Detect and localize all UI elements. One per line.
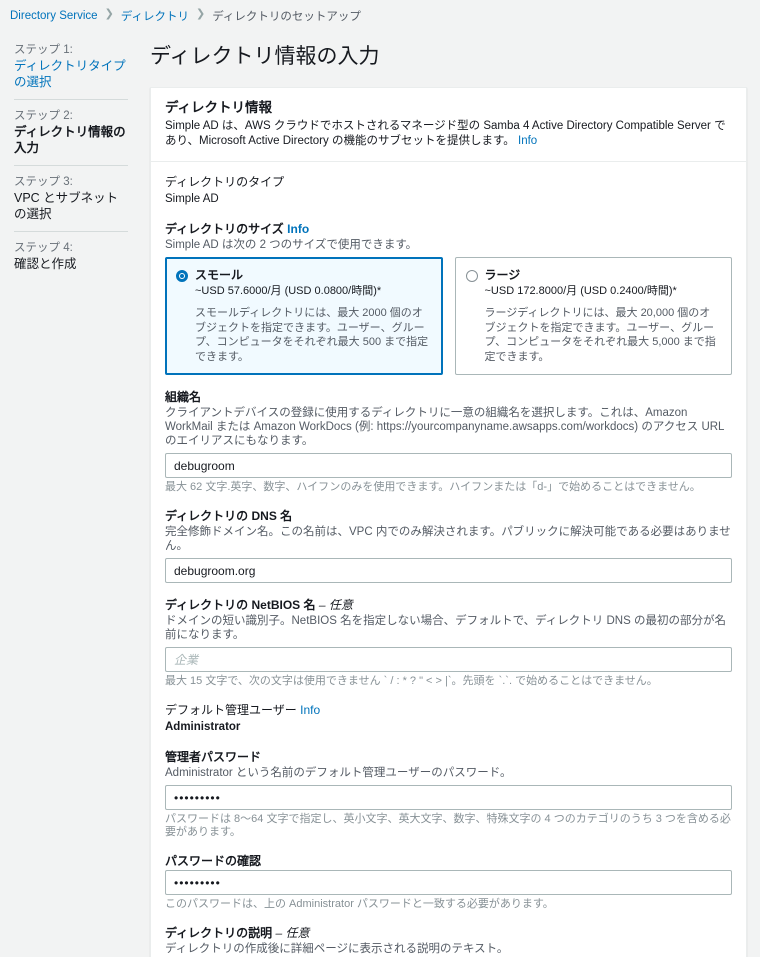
- step-2-label: ディレクトリ情報の入力: [14, 125, 126, 155]
- organization-name-description: クライアントデバイスの登録に使用するディレクトリに一意の組織名を選択します。これ…: [165, 407, 725, 447]
- radio-tile-large-name: ラージ: [484, 268, 521, 282]
- directory-description-label-text: ディレクトリの説明: [165, 926, 273, 940]
- page-shell: ステップ 1: ディレクトリタイプの選択 ステップ 2: ディレクトリ情報の入力…: [0, 31, 760, 957]
- radio-button-icon[interactable]: [465, 270, 478, 282]
- radio-tile-small-price: ~USD 57.6000/月 (USD 0.0800/時間)*: [195, 285, 382, 297]
- netbios-name-label: ディレクトリの NetBIOS 名 – 任意: [165, 597, 732, 613]
- confirm-password-label: パスワードの確認: [165, 854, 262, 868]
- directory-size-description: Simple AD は次の 2 つのサイズで使用できます。: [165, 239, 418, 251]
- radio-tile-small[interactable]: スモール ~USD 57.6000/月 (USD 0.0800/時間)* スモー…: [165, 257, 443, 375]
- field-directory-size: ディレクトリのサイズ Info Simple AD は次の 2 つのサイズで使用…: [165, 221, 732, 375]
- admin-password-input[interactable]: [165, 785, 732, 810]
- dns-name-input[interactable]: [165, 558, 732, 583]
- directory-description-label: ディレクトリの説明 – 任意: [165, 925, 732, 941]
- step-4-label: 確認と作成: [14, 257, 77, 271]
- default-admin-user-label-text: デフォルト管理ユーザー: [165, 703, 297, 717]
- radio-tile-large-price: ~USD 172.8000/月 (USD 0.2400/時間)*: [484, 285, 677, 297]
- step-4-number: ステップ 4:: [14, 242, 73, 254]
- sidebar-item-step-2: ステップ 2: ディレクトリ情報の入力: [14, 99, 128, 165]
- card-header: ディレクトリ情報 Simple AD は、AWS クラウドでホストされるマネージ…: [151, 88, 746, 162]
- radio-tile-large[interactable]: ラージ ~USD 172.8000/月 (USD 0.2400/時間)* ラージ…: [454, 257, 732, 375]
- field-dns-name: ディレクトリの DNS 名 完全修飾ドメイン名。この名前は、VPC 内でのみ解決…: [165, 508, 732, 583]
- field-directory-type: ディレクトリのタイプ Simple AD: [165, 174, 732, 207]
- breadcrumb: Directory Service ❯ ディレクトリ ❯ ディレクトリのセットア…: [0, 0, 760, 31]
- directory-size-options: スモール ~USD 57.6000/月 (USD 0.0800/時間)* スモー…: [165, 257, 732, 375]
- radio-button-icon[interactable]: [176, 270, 188, 282]
- sidebar-item-step-3: ステップ 3: VPC とサブネットの選択: [14, 165, 128, 231]
- radio-tile-small-description: スモールディレクトリには、最大 2000 個のオブジェクトを指定できます。ユーザ…: [195, 307, 429, 363]
- breadcrumb-item-directories[interactable]: ディレクトリ: [121, 8, 189, 24]
- netbios-name-label-text: ディレクトリの NetBIOS 名: [165, 598, 316, 612]
- step-2-number: ステップ 2:: [14, 110, 73, 122]
- dns-name-description: 完全修飾ドメイン名。この名前は、VPC 内でのみ解決されます。パブリックに解決可…: [165, 526, 731, 552]
- directory-size-label-text: ディレクトリのサイズ: [165, 222, 284, 236]
- sidebar-item-step-1[interactable]: ステップ 1: ディレクトリタイプの選択: [14, 39, 128, 99]
- organization-name-label: 組織名: [165, 390, 202, 404]
- breadcrumb-item-directory-service[interactable]: Directory Service: [10, 10, 98, 22]
- radio-tile-small-header: スモール: [176, 267, 432, 283]
- card-body: ディレクトリのタイプ Simple AD ディレクトリのサイズ Info Sim…: [151, 162, 746, 957]
- default-admin-user-value: Administrator: [165, 721, 241, 733]
- chevron-right-icon: ❯: [104, 8, 114, 20]
- main-content: ディレクトリ情報の入力 ディレクトリ情報 Simple AD は、AWS クラウ…: [140, 31, 760, 957]
- radio-tile-small-name: スモール: [195, 268, 244, 282]
- netbios-name-input[interactable]: [165, 647, 732, 672]
- card-heading: ディレクトリ情報: [165, 100, 273, 115]
- confirm-password-hint: このパスワードは、上の Administrator パスワードと一致する必要があ…: [165, 898, 554, 910]
- field-default-admin-user: デフォルト管理ユーザー Info Administrator: [165, 702, 732, 735]
- radio-tile-large-description: ラージディレクトリには、最大 20,000 個のオブジェクトを指定できます。ユー…: [484, 307, 716, 363]
- step-1-number: ステップ 1:: [14, 44, 73, 56]
- directory-size-info-link[interactable]: Info: [287, 222, 309, 236]
- admin-password-description: Administrator という名前のデフォルト管理ユーザーのパスワード。: [165, 767, 512, 779]
- field-netbios-name: ディレクトリの NetBIOS 名 – 任意 ドメインの短い識別子。NetBIO…: [165, 597, 732, 688]
- directory-size-label: ディレクトリのサイズ Info: [165, 221, 732, 237]
- field-directory-description: ディレクトリの説明 – 任意 ディレクトリの作成後に詳細ページに表示される説明の…: [165, 925, 732, 957]
- default-admin-user-label: デフォルト管理ユーザー Info: [165, 702, 732, 718]
- step-3-number: ステップ 3:: [14, 176, 73, 188]
- confirm-password-input[interactable]: [165, 870, 732, 895]
- organization-name-input[interactable]: [165, 453, 732, 478]
- radio-tile-large-header: ラージ: [465, 267, 722, 283]
- chevron-right-icon: ❯: [195, 8, 206, 20]
- field-confirm-password: パスワードの確認 このパスワードは、上の Administrator パスワード…: [165, 853, 732, 911]
- step-1-label[interactable]: ディレクトリタイプの選択: [14, 58, 128, 90]
- breadcrumb-item-setup-directory: ディレクトリのセットアップ: [212, 10, 361, 23]
- admin-password-label: 管理者パスワード: [165, 750, 262, 764]
- directory-description-description: ディレクトリの作成後に詳細ページに表示される説明のテキスト。: [165, 943, 509, 955]
- field-admin-password: 管理者パスワード Administrator という名前のデフォルト管理ユーザー…: [165, 749, 732, 839]
- page-title: ディレクトリ情報の入力: [150, 45, 380, 68]
- dns-name-label: ディレクトリの DNS 名: [165, 509, 293, 523]
- card-description-text: Simple AD は、AWS クラウドでホストされるマネージド型の Samba…: [165, 120, 726, 147]
- step-3-label: VPC とサブネットの選択: [14, 191, 119, 221]
- field-organization-name: 組織名 クライアントデバイスの登録に使用するディレクトリに一意の組織名を選択しま…: [165, 389, 732, 494]
- directory-type-value: Simple AD: [165, 193, 219, 205]
- sidebar-item-step-4: ステップ 4: 確認と作成: [14, 231, 128, 281]
- organization-name-hint: 最大 62 文字.英字、数字、ハイフンのみを使用できます。ハイフンまたは「d-」…: [165, 481, 701, 493]
- netbios-name-optional-suffix: – 任意: [315, 598, 353, 612]
- default-admin-user-info-link[interactable]: Info: [300, 703, 320, 717]
- card-info-link[interactable]: Info: [518, 135, 537, 147]
- directory-type-label: ディレクトリのタイプ: [165, 175, 285, 189]
- netbios-name-hint: 最大 15 文字で、次の文字は使用できません ` / : * ? " < > |…: [165, 675, 658, 687]
- wizard-steps-nav: ステップ 1: ディレクトリタイプの選択 ステップ 2: ディレクトリ情報の入力…: [0, 31, 140, 281]
- directory-information-card: ディレクトリ情報 Simple AD は、AWS クラウドでホストされるマネージ…: [150, 87, 747, 957]
- directory-description-optional-suffix: – 任意: [272, 926, 310, 940]
- admin-password-hint: パスワードは 8〜64 文字で指定し、英小文字、英大文字、数字、特殊文字の 4 …: [165, 813, 731, 838]
- netbios-name-description: ドメインの短い識別子。NetBIOS 名を指定しない場合、デフォルトで、ディレク…: [165, 615, 726, 641]
- card-description: Simple AD は、AWS クラウドでホストされるマネージド型の Samba…: [165, 119, 732, 149]
